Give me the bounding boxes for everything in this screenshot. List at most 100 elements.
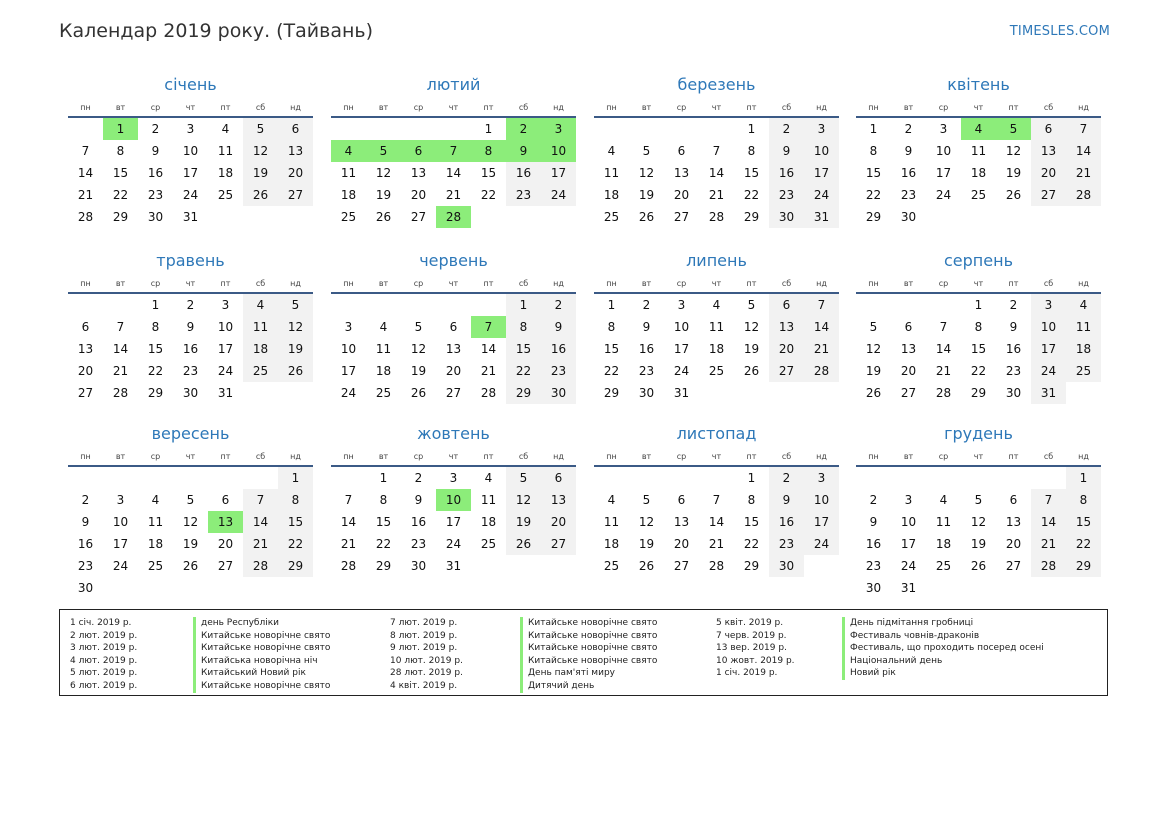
empty-cell (138, 467, 173, 489)
day-cell: 28 (1066, 184, 1101, 206)
day-cell: 2 (414, 471, 423, 485)
weekday-label: сб (781, 452, 792, 461)
day-cell: 17 (112, 537, 129, 551)
legend-holiday-name: Китайське новорічне свято (528, 618, 658, 628)
day-cell: 14 (480, 342, 497, 356)
weekday-label: нд (1078, 452, 1089, 461)
day-cell: 26 (743, 364, 760, 378)
weekday-label: вт (903, 103, 914, 112)
day-cell: 26 (865, 386, 882, 400)
month-3: березень пн вт ср чт пт сб нд 1 2 3 4 5 6 7 8 9 10 11 12 13 1… (594, 71, 839, 228)
day-cell: 22 (375, 537, 392, 551)
empty-cell (629, 467, 664, 489)
weekday-label: вт (115, 279, 126, 288)
day-cell: 11 (1066, 316, 1101, 338)
weekday-label: сб (255, 103, 266, 112)
holiday-day: 9 (506, 140, 541, 162)
day-cell: 12 (243, 140, 278, 162)
weekday-label: ср (938, 279, 949, 288)
month-9: вересень пн вт ср чт пт сб нд 1 2 3 4 5 6 7 8 9 10 11 12 13 1… (68, 420, 313, 599)
weekday-label: ср (150, 279, 161, 288)
month-name: липень (686, 251, 747, 270)
day-cell: 21 (243, 533, 278, 555)
day-cell: 7 (81, 144, 90, 158)
legend-holiday-name: День підмітання гробниці (850, 618, 974, 628)
day-cell: 15 (112, 166, 129, 180)
empty-cell (366, 118, 401, 140)
weekday-header: пн вт ср чт пт сб нд (68, 448, 313, 467)
day-cell: 2 (869, 493, 878, 507)
day-cell: 10 (1031, 316, 1066, 338)
empty-cell (664, 467, 699, 489)
day-cell: 20 (673, 537, 690, 551)
day-cell: 30 (865, 581, 882, 595)
day-cell: 26 (243, 184, 278, 206)
day-cell: 8 (747, 493, 756, 507)
day-cell: 15 (1066, 511, 1101, 533)
weekday-label: пт (1008, 279, 1019, 288)
month-10: жовтень пн вт ср чт пт сб нд 1 2 3 4 5 6 7 8 9 10 11 12 13 14… (331, 420, 576, 577)
weekday-label: пн (868, 279, 879, 288)
day-cell: 29 (865, 210, 882, 224)
day-cell: 10 (217, 320, 234, 334)
empty-cell (68, 118, 103, 140)
weekday-label: сб (518, 452, 529, 461)
site-link[interactable]: TIMESLES.COM (1010, 24, 1110, 39)
day-cell: 16 (410, 515, 427, 529)
day-cell: 4 (484, 471, 493, 485)
day-cell: 28 (708, 559, 725, 573)
weekday-label: нд (290, 452, 301, 461)
day-cell: 12 (410, 342, 427, 356)
day-cell: 20 (217, 537, 234, 551)
day-cell: 1 (869, 122, 878, 136)
month-12: грудень пн вт ср чт пт сб нд 1 2 3 4 5 6 7 8 9 10 11 12 13 14… (856, 420, 1101, 599)
day-cell: 25 (147, 559, 164, 573)
day-cell: 16 (865, 537, 882, 551)
day-cell: 31 (900, 581, 917, 595)
weekday-label: чт (711, 103, 722, 112)
legend-date: 5 лют. 2019 р. (70, 668, 138, 679)
empty-cell (594, 118, 629, 140)
legend-holiday-name: Китайське новорічне свято (528, 655, 658, 666)
day-cell: 7 (1031, 489, 1066, 511)
day-cell: 7 (939, 320, 948, 334)
weekday-label: пт (483, 452, 494, 461)
day-cell: 24 (340, 386, 357, 400)
day-cell: 23 (900, 188, 917, 202)
day-cell: 27 (1031, 184, 1066, 206)
weekday-label: нд (553, 452, 564, 461)
day-cell: 14 (340, 515, 357, 529)
day-cell: 29 (743, 559, 760, 573)
day-cell: 4 (379, 320, 388, 334)
empty-cell (664, 118, 699, 140)
weekday-label: чт (448, 279, 459, 288)
weekday-label: ср (150, 103, 161, 112)
day-cell: 1 (151, 298, 160, 312)
weekday-header: пн вт ср чт пт сб нд (331, 448, 576, 467)
day-cell: 19 (1005, 166, 1022, 180)
day-cell: 8 (278, 489, 313, 511)
day-cell: 15 (603, 342, 620, 356)
weekday-header: пн вт ср чт пт сб нд (856, 275, 1101, 294)
day-cell: 26 (970, 559, 987, 573)
weekday-label: вт (378, 279, 389, 288)
day-cell: 8 (869, 144, 878, 158)
day-cell: 17 (804, 162, 839, 184)
weekday-label: сб (255, 452, 266, 461)
weekday-label: нд (1078, 279, 1089, 288)
day-cell: 17 (182, 166, 199, 180)
legend-holiday-name: Китайське новорічне свято (528, 643, 658, 654)
empty-cell (208, 467, 243, 489)
weekday-header: пн вт ср чт пт сб нд (594, 99, 839, 118)
legend-date: 1 січ. 2019 р. (70, 618, 132, 628)
day-cell: 30 (147, 210, 164, 224)
weekday-label: ср (150, 452, 161, 461)
weekday-header: пн вт ср чт пт сб нд (856, 99, 1101, 118)
day-cell: 22 (865, 188, 882, 202)
day-cell: 27 (410, 210, 427, 224)
legend-date: 10 жовт. 2019 р. (716, 655, 795, 666)
legend-names: день Республіки Китайське новорічне свято… (193, 617, 330, 693)
day-cell: 3 (186, 122, 195, 136)
day-cell: 9 (904, 144, 913, 158)
day-cell: 21 (112, 364, 129, 378)
